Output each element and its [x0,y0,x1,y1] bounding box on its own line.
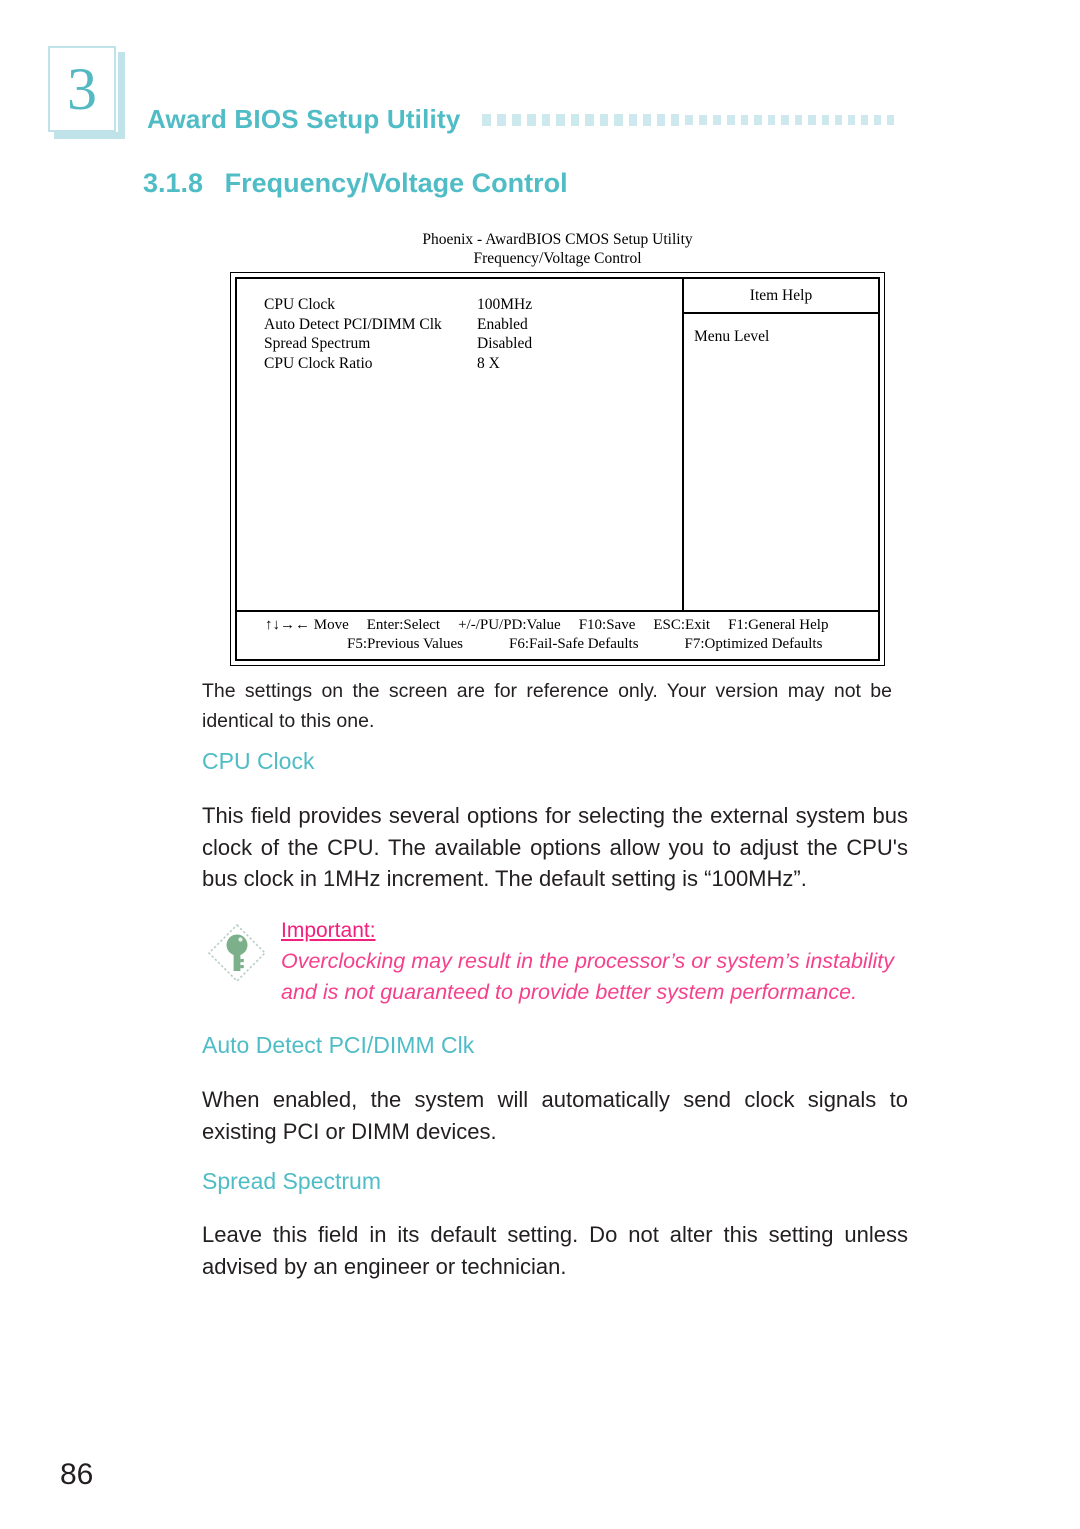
header-dot [541,114,551,126]
header-dot [861,114,869,125]
bios-setting-label: Auto Detect PCI/DIMM Clk [264,315,442,333]
bios-setting-row[interactable]: Spread Spectrum Disabled [264,334,682,354]
chapter-badge: 3 [48,46,116,132]
running-head: Award BIOS Setup Utility [147,104,461,134]
bios-item-help-title: Item Help [684,279,878,314]
bios-setting-label: CPU Clock Ratio [264,354,373,372]
header-dot [511,114,521,126]
important-callout-title: Important: [281,919,376,942]
heading-auto-detect-pci-dimm-clk: Auto Detect PCI/DIMM Clk [202,1032,475,1058]
header-dot [685,114,694,126]
bios-screen-figure: Phoenix - AwardBIOS CMOS Setup Utility F… [230,230,885,666]
bios-setting-label: Spread Spectrum [264,335,371,352]
header-dot [614,114,623,126]
header-dot [834,114,842,126]
bios-key-hint: ↑↓→← Move [265,617,349,633]
header-dot [726,114,735,126]
chapter-badge-shadow-horizontal [54,132,125,139]
page-title: 3.1.8 Frequency/Voltage Control [143,168,568,199]
bios-key-legend-line-1: ↑↓→← Move Enter:Select +/-/PU/PD:Value F10:… [247,616,868,635]
header-dot [642,114,652,126]
header-dot [556,114,565,126]
header-dot [781,114,789,126]
bios-setting-value[interactable]: Enabled [477,315,528,335]
running-head-dots [482,112,912,128]
important-callout-line-1: Overclocking may result in the processor… [281,949,894,973]
header-dot [526,114,536,126]
header-dot [808,114,816,126]
bios-key-hint: F10:Save [578,617,636,633]
bios-setting-value[interactable]: 100MHz [477,295,532,315]
page-number: 86 [60,1458,94,1491]
bios-key-legend: ↑↓→← Move Enter:Select +/-/PU/PD:Value F10:… [237,610,878,659]
header-dot [570,114,580,126]
bios-title-line-1: Phoenix - AwardBIOS CMOS Setup Utility [422,231,693,248]
bios-key-hint: F1:General Help [728,617,829,633]
figure-note: The settings on the screen are for refer… [202,680,892,732]
header-dot [482,114,491,126]
bios-key-hint: +/-/PU/PD:Value [458,617,561,633]
header-dot [754,114,762,126]
header-dot [713,114,721,126]
header-dot [585,114,594,126]
header-dot [740,114,749,126]
chapter-number: 3 [67,56,97,122]
key-diamond-icon [206,922,268,984]
header-dot [599,114,609,126]
header-dot [767,114,776,126]
bios-item-help-panel: Item Help Menu Level [682,279,878,610]
paragraph-spread-spectrum: Leave this field in its default setting.… [202,1222,908,1279]
bios-title-line-2: Frequency/Voltage Control [473,250,642,267]
header-dot [657,114,666,126]
important-callout-text: Important: Overclocking may result in th… [281,916,908,1008]
header-dot [847,114,856,126]
bios-key-hint: ESC:Exit [653,617,711,633]
header-dot [887,115,894,125]
header-dot [794,114,803,126]
important-callout-line-2: and is not guaranteed to provide better … [281,980,858,1004]
bios-key-legend-line-2: F5:Previous Values F6:Fail-Safe Defaults F… [247,635,868,654]
bios-setting-value[interactable]: Disabled [477,334,532,354]
bios-key-hint: F5:Previous Values [347,636,463,652]
header-dot [671,114,680,126]
bios-key-hint: F7:Optimized Defaults [684,636,823,652]
header-dot [874,115,881,125]
chapter-badge-shadow-vertical [118,52,125,138]
bios-setting-value[interactable]: 8 X [477,354,500,374]
bios-setting-row[interactable]: CPU Clock 100MHz [264,295,682,315]
bios-setting-row[interactable]: CPU Clock Ratio 8 X [264,354,682,374]
paragraph-cpu-clock: This field provides several options for … [202,803,908,891]
bios-menu-level-label: Menu Level [694,328,770,345]
header-dot [628,114,637,126]
bios-key-hint: F6:Fail-Safe Defaults [508,636,639,652]
bios-setting-label: CPU Clock [264,296,336,313]
heading-cpu-clock: CPU Clock [202,748,315,774]
header-dot [821,114,829,126]
bios-inner-frame: CPU Clock 100MHz Auto Detect PCI/DIMM Clk E… [235,277,880,661]
section-number: 3.1.8 [143,168,204,198]
bios-outer-frame: CPU Clock 100MHz Auto Detect PCI/DIMM Clk E… [230,272,885,666]
bios-setting-row[interactable]: Auto Detect PCI/DIMM Clk Enabled [264,315,682,335]
bios-body: CPU Clock 100MHz Auto Detect PCI/DIMM Clk E… [237,279,878,610]
important-callout: Important: Overclocking may result in th… [202,916,908,1008]
paragraph-auto-detect-pci-dimm-clk: When enabled, the system will automatica… [202,1087,908,1144]
bios-key-hint: Enter:Select [366,617,441,633]
page-header: 3 Award BIOS Setup Utility 3.1.8 Frequen… [0,0,1080,198]
header-dot [497,114,506,126]
section-title-text: Frequency/Voltage Control [224,168,568,198]
header-dot [699,114,708,126]
heading-spread-spectrum: Spread Spectrum [202,1168,381,1194]
bios-settings-list: CPU Clock 100MHz Auto Detect PCI/DIMM Clk E… [237,279,682,610]
